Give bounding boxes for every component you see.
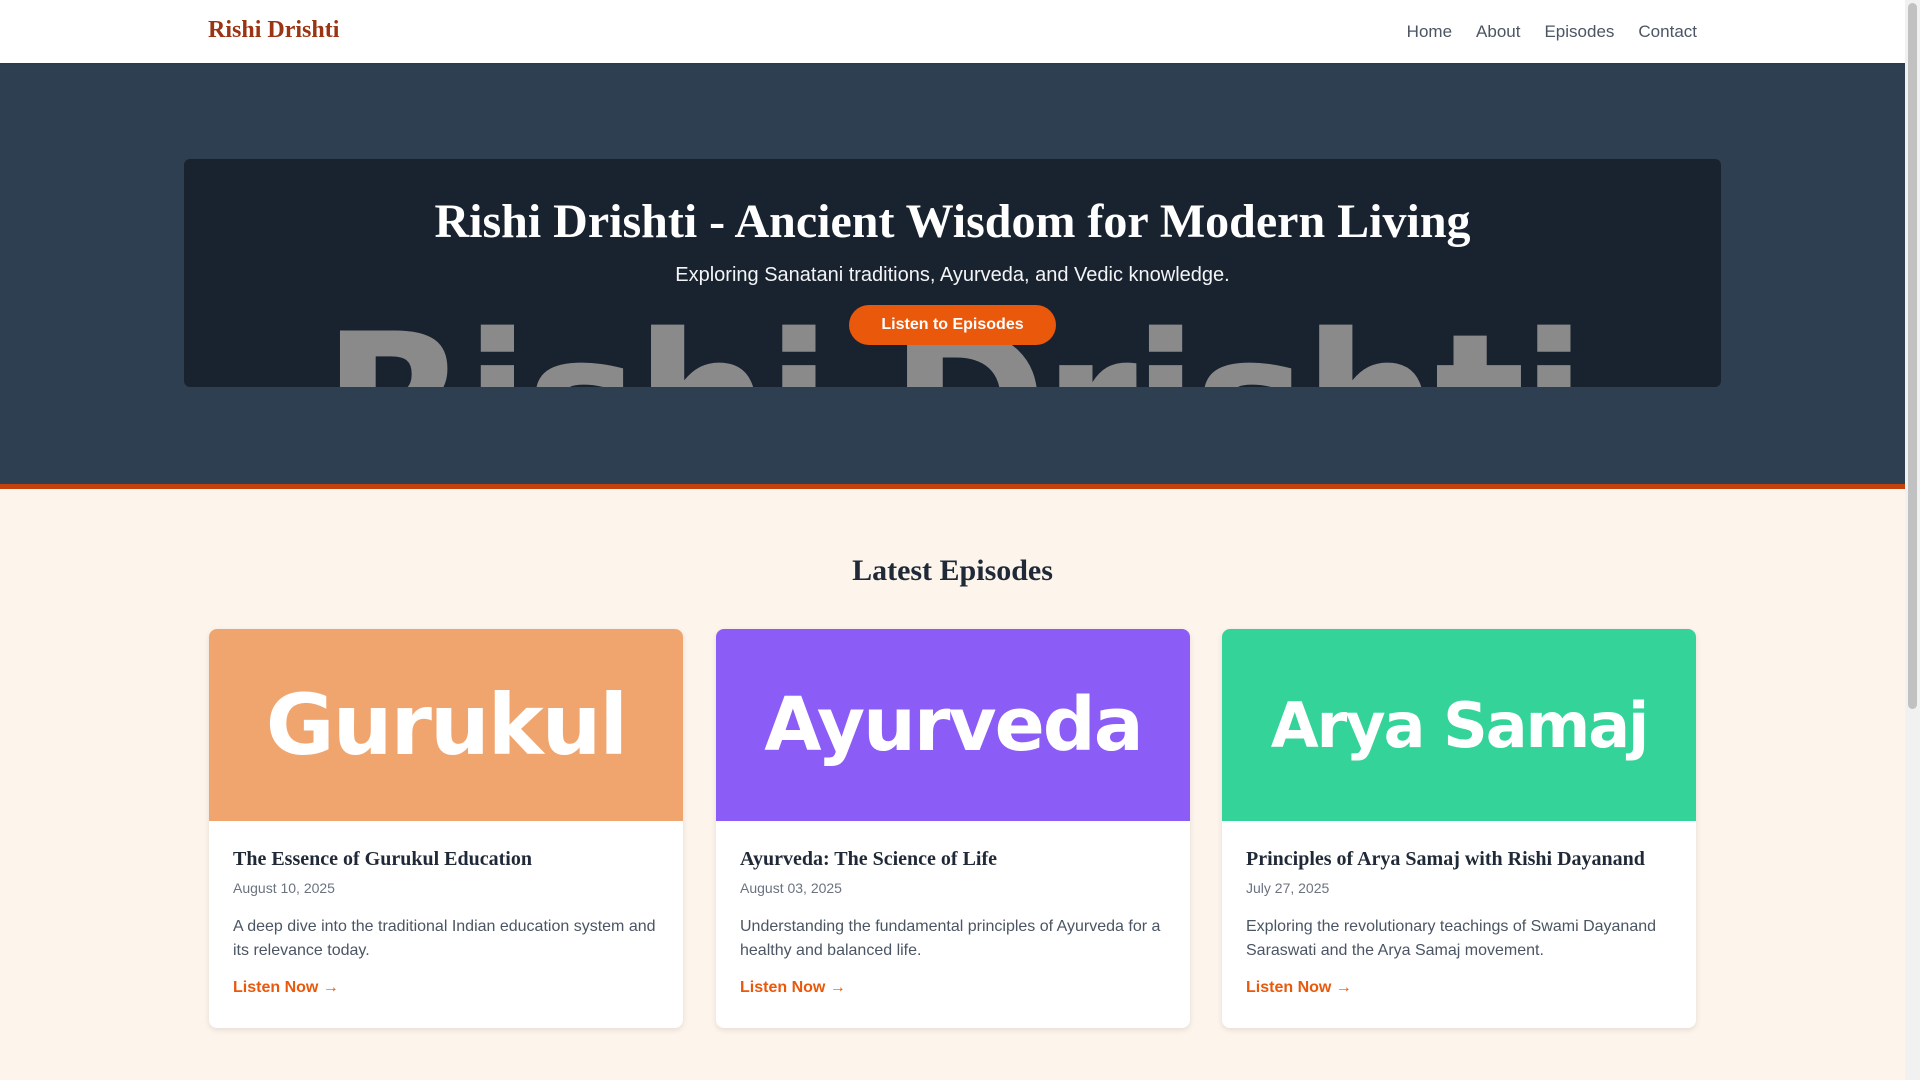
episode-description: Exploring the revolutionary teachings of… [1246,918,1657,959]
hero-accent-divider [0,484,1905,489]
hero-subtitle: Exploring Sanatani traditions, Ayurveda,… [675,264,1230,286]
episode-thumbnail: Arya Samaj [1222,629,1696,821]
episode-card-body: The Essence of Gurukul Education August … [209,821,683,997]
site-header: Rishi Drishti Home About Episodes Contac… [0,0,1905,63]
main-nav: Home About Episodes Contact [1407,22,1697,42]
nav-link-home[interactable]: Home [1407,22,1452,42]
episode-description: A deep dive into the traditional Indian … [233,918,656,959]
listen-now-link[interactable]: Listen Now → [233,979,339,997]
hero-section: Rishi Drishti Rishi Drishti - Ancient Wi… [0,63,1905,484]
episode-card-arya-samaj: Arya Samaj Principles of Arya Samaj with… [1222,629,1696,1028]
episode-card-gurukul: Gurukul The Essence of Gurukul Education… [209,629,683,1028]
episode-date: August 10, 2025 [233,880,335,896]
listen-to-episodes-button[interactable]: Listen to Episodes [849,305,1056,345]
episode-card-body: Principles of Arya Samaj with Rishi Daya… [1222,821,1696,997]
episode-title[interactable]: Ayurveda: The Science of Life [740,847,1166,871]
episode-description: Understanding the fundamental principles… [740,918,1161,959]
episode-date: August 03, 2025 [740,880,842,896]
scrollbar-thumb[interactable] [1908,3,1917,709]
nav-link-contact[interactable]: Contact [1638,22,1697,42]
hero-content: Rishi Drishti - Ancient Wisdom for Moder… [184,159,1721,387]
listen-now-link[interactable]: Listen Now → [740,979,846,997]
episode-title[interactable]: Principles of Arya Samaj with Rishi Daya… [1246,847,1672,871]
episode-card-ayurveda: Ayurveda Ayurveda: The Science of Life A… [716,629,1190,1028]
hero-title: Rishi Drishti - Ancient Wisdom for Moder… [434,195,1471,248]
page: Rishi Drishti Home About Episodes Contac… [0,0,1905,1080]
site-logo[interactable]: Rishi Drishti [208,17,339,44]
latest-episodes-heading: Latest Episodes [852,554,1053,587]
nav-link-about[interactable]: About [1476,22,1520,42]
episode-thumbnail: Ayurveda [716,629,1190,821]
episode-title[interactable]: The Essence of Gurukul Education [233,847,659,871]
episode-thumbnail: Gurukul [209,629,683,821]
episode-date: July 27, 2025 [1246,880,1330,896]
episode-card-body: Ayurveda: The Science of Life August 03,… [716,821,1190,997]
listen-now-link[interactable]: Listen Now → [1246,979,1352,997]
nav-link-episodes[interactable]: Episodes [1544,22,1614,42]
page-scrollbar[interactable] [1905,0,1920,1080]
